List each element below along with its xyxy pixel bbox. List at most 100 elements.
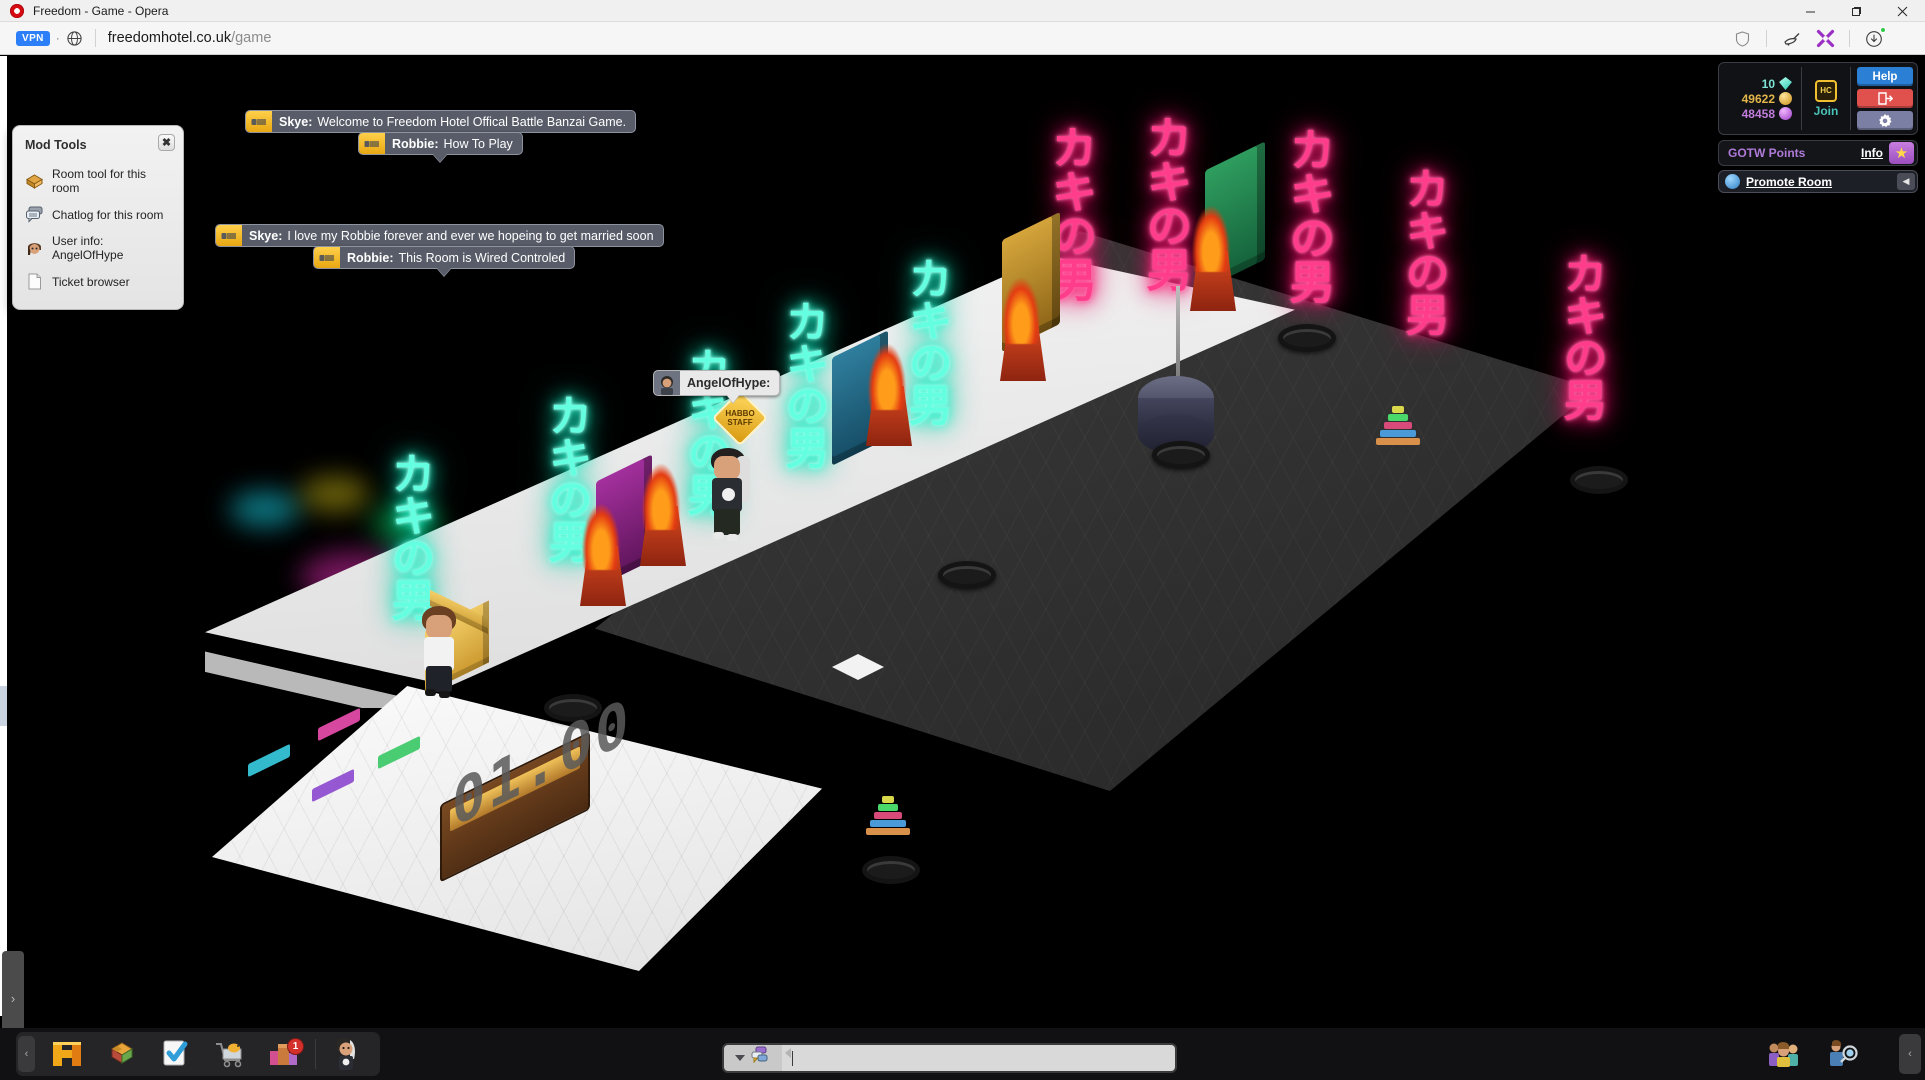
vpn-badge[interactable]: VPN (16, 30, 50, 46)
opera-x-icon[interactable] (1808, 22, 1842, 55)
profile-avatar-icon[interactable] (320, 1034, 374, 1074)
mod-tools-window[interactable]: Mod Tools ✖ Room tool for this room Chat… (12, 125, 184, 310)
nametag-angelofhype[interactable]: AngelOfHype: (653, 370, 781, 403)
gear-icon (1879, 113, 1892, 127)
stacked-disc-decor-1[interactable] (1376, 406, 1420, 446)
close-icon[interactable]: ✖ (158, 134, 175, 151)
url-path: /game (231, 30, 272, 46)
promote-collapse-arrow[interactable]: ◀ (1897, 173, 1915, 190)
close-icon[interactable] (1879, 0, 1925, 22)
hud-button-group: Help (1855, 67, 1913, 130)
chat-bubble-4-text: Robbie: This Room is Wired Controled (340, 247, 574, 268)
chat-bubble-2-text: Robbie: How To Play (385, 133, 522, 154)
mod-tools-item-chatlog-label: Chatlog for this room (52, 207, 164, 222)
user-info-icon (25, 239, 44, 258)
avatar-head (714, 456, 740, 480)
catalog-icon[interactable] (149, 1034, 203, 1074)
hc-join-label[interactable]: Join (1814, 104, 1839, 118)
stacked-disc-decor-2[interactable] (866, 796, 910, 836)
shop-icon[interactable] (203, 1034, 257, 1074)
hc-badge: HC (1815, 79, 1837, 102)
url-text[interactable]: freedomhotel.co.uk/game (108, 30, 272, 46)
isometric-room: カキの男 カキの男 カキの男 カキの男 カキの男 カキの男 カキの男 カキの男 … (0, 56, 1925, 1080)
gotw-title: GOTW Points (1728, 146, 1806, 160)
nametag-label: AngelOfHype: (687, 376, 771, 390)
chat-style-selector[interactable] (724, 1045, 782, 1071)
chevron-down-icon (735, 1055, 745, 1061)
tire-decor-1[interactable] (1152, 441, 1210, 469)
chat-bubble-3-message: I love my Robbie forever and ever we hop… (287, 228, 654, 243)
shield-icon[interactable] (1725, 22, 1759, 55)
globe-icon[interactable] (66, 30, 83, 47)
gotw-info-link[interactable]: Info (1861, 146, 1883, 160)
currency-credits[interactable]: 49622 (1725, 92, 1792, 106)
mod-tools-item-ticket-browser[interactable]: Ticket browser (13, 267, 183, 296)
tire-decor-3[interactable] (1570, 466, 1628, 494)
maximize-icon[interactable] (1833, 0, 1879, 22)
avatar-shoe-right (727, 534, 738, 541)
bolt-icon (216, 225, 242, 246)
habbo-home-icon[interactable] (41, 1034, 95, 1074)
mod-tools-item-room-tool[interactable]: Room tool for this room (13, 162, 183, 200)
staff-badge-line1: HABBO (725, 409, 755, 418)
settings-button[interactable] (1857, 111, 1913, 130)
globe-ball-icon (1725, 174, 1740, 189)
star-icon[interactable]: ★ (1889, 142, 1914, 164)
tire-decor-4[interactable] (938, 561, 996, 589)
gotw-points-bar[interactable]: GOTW Points Info ★ (1718, 140, 1918, 166)
window-titlebar: Freedom - Game - Opera (0, 0, 1925, 22)
mod-tools-item-user-info[interactable]: User info: AngelOfHype (13, 229, 183, 267)
inventory-icon[interactable]: 1 (257, 1034, 311, 1074)
friends-icon[interactable] (1757, 1034, 1811, 1074)
chat-bubble-4[interactable]: Robbie: This Room is Wired Controled (313, 246, 576, 276)
neon-sign-pink-3: カキの男 (1282, 126, 1337, 302)
broom-icon[interactable] (1774, 22, 1808, 55)
opera-menu-icon[interactable] (1891, 22, 1925, 55)
neon-sign-pink-5: カキの男 (1555, 251, 1607, 419)
bolt-icon (246, 111, 272, 132)
logout-button[interactable] (1857, 89, 1913, 108)
bottom-toolbar[interactable]: ‹ 1 ‹ (0, 1028, 1925, 1080)
chat-bubble-1-text: Skye: Welcome to Freedom Hotel Offical B… (272, 111, 635, 132)
game-viewport[interactable]: › カキの男 カキの男 カキの男 カキの男 カキの男 カキの男 カキの男 カキの… (0, 56, 1925, 1080)
tire-decor-2[interactable] (1278, 324, 1336, 352)
chat-bubble-2[interactable]: Robbie: How To Play (358, 132, 523, 162)
chat-text-field-wrap[interactable] (782, 1045, 1175, 1071)
promote-room-label[interactable]: Promote Room (1746, 175, 1897, 189)
ducket-icon (1779, 107, 1792, 120)
floor-tile-cyan[interactable] (248, 743, 290, 778)
hud-panel[interactable]: 10 49622 48458 HC Join Help GOTW Points … (1718, 62, 1918, 193)
chat-input-bar[interactable] (722, 1043, 1177, 1073)
chat-bubble-1[interactable]: Skye: Welcome to Freedom Hotel Offical B… (245, 110, 637, 133)
address-bar[interactable]: VPN · freedomhotel.co.uk/game (0, 22, 1925, 55)
chat-bubble-3[interactable]: Skye: I love my Robbie forever and ever … (215, 224, 664, 247)
bolt-icon (359, 133, 385, 154)
mod-tools-item-chatlog[interactable]: Chatlog for this room (13, 200, 183, 229)
minimize-icon[interactable] (1787, 0, 1833, 22)
currency-duckets[interactable]: 48458 (1725, 107, 1792, 121)
neon-sign-cyan-5: カキの男 (383, 451, 435, 619)
mod-tools-item-user-info-label: User info: AngelOfHype (52, 234, 124, 262)
navigator-icon[interactable] (95, 1034, 149, 1074)
floor-glow-yellow (300, 476, 370, 512)
chat-bubble-1-speaker: Skye: (279, 114, 313, 129)
download-icon[interactable] (1857, 22, 1891, 55)
find-friends-icon[interactable] (1815, 1034, 1869, 1074)
toolbar-collapse-left-button[interactable]: ‹ (18, 1036, 35, 1072)
opera-logo-icon (10, 3, 24, 18)
address-bar-actions (1725, 22, 1925, 55)
avatar-shirt-logo (722, 488, 735, 501)
hc-membership-block[interactable]: HC Join (1801, 67, 1851, 130)
chat-style-icon (749, 1045, 771, 1072)
currency-diamonds[interactable]: 10 (1725, 77, 1792, 91)
mod-tools-item-ticket-browser-label: Ticket browser (52, 274, 130, 289)
help-button[interactable]: Help (1857, 67, 1913, 86)
chat-input[interactable] (793, 1050, 1175, 1066)
nametag-tail (726, 395, 739, 403)
toolbar-collapse-right-button[interactable]: ‹ (1899, 1034, 1921, 1074)
chat-bubble-4-tail (437, 268, 452, 276)
promote-room-bar[interactable]: Promote Room ◀ (1718, 170, 1918, 193)
room-canvas[interactable]: › カキの男 カキの男 カキの男 カキの男 カキの男 カキの男 カキの男 カキの… (0, 56, 1925, 1080)
mod-tools-item-room-tool-label: Room tool for this room (52, 167, 147, 195)
tire-decor-6[interactable] (862, 856, 920, 884)
